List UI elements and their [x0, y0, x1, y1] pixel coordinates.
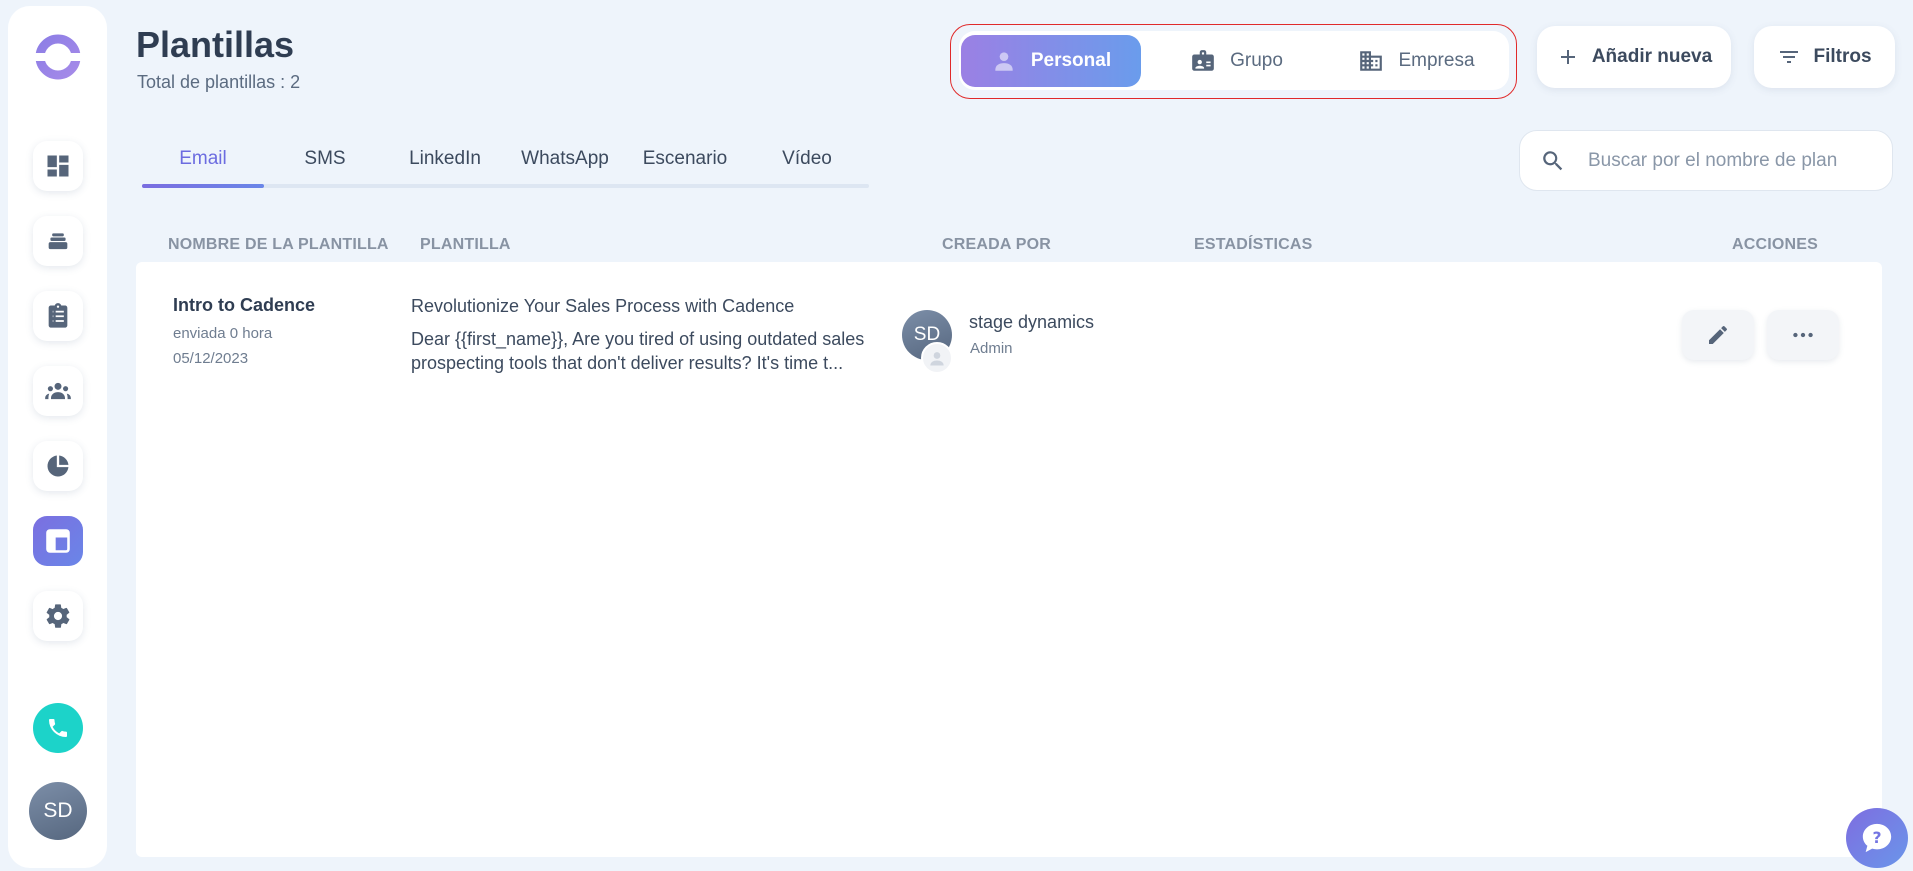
tab-whatsapp[interactable]: WhatsApp	[504, 148, 626, 170]
tab-video[interactable]: Vídeo	[746, 148, 868, 170]
call-button[interactable]	[33, 703, 83, 753]
template-date: 05/12/2023	[173, 350, 249, 367]
creator-name: stage dynamics	[969, 312, 1095, 332]
search-icon	[1543, 151, 1563, 171]
template-count: Total de plantillas : 2	[137, 72, 301, 92]
channel-tabs: Email SMS LinkedIn WhatsApp Escenario Ví…	[142, 148, 869, 190]
id-card-icon	[1192, 50, 1214, 71]
search-box	[1519, 130, 1893, 191]
pencil-icon	[1709, 325, 1727, 344]
sidebar-item-people[interactable]	[33, 366, 83, 416]
page-title: Plantillas	[136, 24, 295, 65]
scope-company[interactable]: Empresa	[1329, 35, 1504, 87]
people-icon	[45, 382, 71, 400]
svg-text:?: ?	[1872, 829, 1881, 847]
gear-icon	[46, 604, 70, 628]
column-header-created-by: CREADA POR	[942, 236, 1051, 253]
user-placeholder-icon	[930, 352, 944, 366]
add-template-label: Añadir nueva	[1591, 46, 1713, 67]
tab-linkedin[interactable]: LinkedIn	[384, 148, 506, 170]
edit-button[interactable]	[1682, 310, 1754, 360]
sidebar-item-dashboard[interactable]	[33, 141, 83, 191]
pie-chart-icon	[47, 455, 69, 477]
filters-button[interactable]: Filtros	[1754, 26, 1895, 88]
sidebar-item-cadences[interactable]	[33, 216, 83, 266]
dashboard-icon	[47, 155, 69, 177]
template-sent: enviada 0 hora	[173, 325, 273, 342]
template-subject: Revolutionize Your Sales Process with Ca…	[411, 296, 795, 316]
scope-toggle: Personal Grupo Empresa	[959, 31, 1509, 90]
template-name[interactable]: Intro to Cadence	[173, 295, 315, 316]
column-header-template: PLANTILLA	[420, 236, 511, 253]
sidebar-item-tasks[interactable]	[33, 291, 83, 341]
more-options-button[interactable]	[1767, 310, 1839, 360]
creator-badge	[921, 342, 953, 374]
scope-group[interactable]: Grupo	[1149, 35, 1324, 87]
sidebar-item-reports[interactable]	[33, 441, 83, 491]
sidebar-item-settings[interactable]	[33, 591, 83, 641]
sidebar-item-templates[interactable]	[33, 516, 83, 566]
more-horizontal-icon	[1793, 332, 1813, 338]
phone-icon	[49, 719, 67, 737]
creator-role: Admin	[970, 340, 1013, 357]
tab-escenario[interactable]: Escenario	[624, 148, 746, 170]
user-icon	[995, 52, 1013, 71]
help-chat-icon: ?	[1862, 823, 1892, 853]
template-body-preview: Dear {{first_name}}, Are you tired of us…	[411, 329, 865, 373]
column-header-name: NOMBRE DE LA PLANTILLA	[168, 236, 389, 253]
layers-icon	[48, 233, 68, 250]
sidebar: SD	[8, 6, 107, 868]
tab-indicator	[142, 184, 264, 188]
templates-icon	[46, 529, 70, 553]
user-avatar[interactable]: SD	[29, 782, 87, 840]
column-header-statistics: ESTADÍSTICAS	[1194, 236, 1313, 253]
add-template-button[interactable]: Añadir nueva	[1537, 26, 1731, 88]
scope-company-label: Empresa	[1398, 50, 1475, 71]
filters-label: Filtros	[1813, 46, 1872, 67]
scope-group-label: Grupo	[1230, 50, 1283, 71]
app-logo[interactable]	[33, 32, 83, 82]
scope-personal-label: Personal	[1030, 50, 1112, 71]
scope-personal[interactable]: Personal	[961, 35, 1141, 87]
filter-icon	[1780, 51, 1799, 63]
plus-icon	[1560, 50, 1575, 64]
tab-email[interactable]: Email	[142, 148, 264, 170]
scope-selector: Personal Grupo Empresa	[950, 24, 1517, 99]
tab-sms[interactable]: SMS	[264, 148, 386, 170]
search-input[interactable]	[1588, 145, 1878, 177]
column-header-actions: ACCIONES	[1732, 236, 1819, 253]
help-button[interactable]: ?	[1846, 808, 1908, 868]
clipboard-icon	[48, 303, 68, 328]
building-icon	[1360, 51, 1383, 71]
